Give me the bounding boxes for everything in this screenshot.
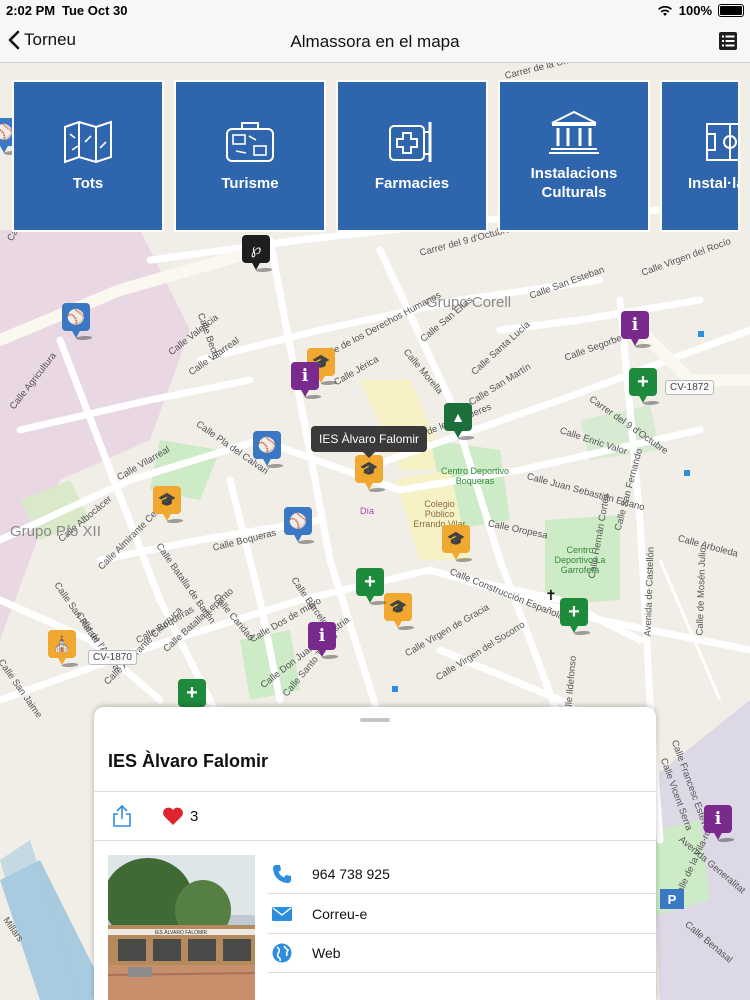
map-icon [64, 120, 112, 163]
category-label: Turisme [221, 174, 279, 192]
road-shield: CV-1872 [665, 380, 714, 395]
building-icon: ⛪ [52, 636, 72, 653]
info-icon: i [714, 809, 722, 829]
road-shield: CV-1870 [88, 650, 137, 665]
graduation-cap-icon: 🎓 [157, 492, 177, 509]
photo-sign: IES ÀLVARO FALOMIR [155, 929, 208, 936]
transit-dot [684, 470, 690, 476]
place-photo[interactable]: IES ÀLVARO FALOMIR [108, 855, 255, 1000]
info-pin[interactable]: i [308, 622, 340, 659]
category-label: Instalacions Culturals [530, 165, 618, 201]
ball-icon: ⚾ [288, 513, 308, 530]
education-pin[interactable]: 🎓 [384, 593, 416, 630]
divider [94, 840, 656, 841]
email-label: Correu-e [312, 905, 368, 922]
poi-label: Centro Deportivo Boqueras [440, 466, 510, 486]
transit-dot [392, 686, 398, 692]
education-pin[interactable]: 🎓 [153, 486, 185, 523]
building-pin[interactable]: ⛪ [48, 630, 80, 667]
sports-pin[interactable]: ⚾ [253, 431, 285, 468]
info-pin[interactable]: i [291, 362, 323, 399]
detail-title: IES Àlvaro Falomir [108, 751, 269, 771]
category-label: Instal·la Espor [688, 174, 740, 192]
category-label: Tots [72, 174, 104, 192]
divider [268, 972, 656, 973]
pharmacy-pin[interactable]: + [560, 598, 592, 635]
category-label: Farmacies [374, 174, 450, 192]
parking-marker[interactable]: P [660, 889, 684, 909]
cross-icon: + [364, 570, 376, 593]
museum-icon [549, 110, 599, 154]
poi-label: Centro Deportivo La Garrofera [554, 545, 606, 575]
graduation-cap-icon: 🎓 [359, 461, 379, 478]
web-row[interactable]: Web [268, 933, 656, 972]
likes-count: 3 [190, 808, 199, 825]
phone-icon [270, 864, 294, 884]
page-title: Almassora en el mapa [290, 32, 460, 51]
church-icon: ✝ [545, 587, 557, 603]
category-tots[interactable]: Tots [12, 80, 164, 232]
place-label: Grupo Pío XII [10, 523, 101, 540]
transit-dot [698, 331, 704, 337]
web-label: Web [312, 944, 341, 961]
marker-tooltip[interactable]: IES Àlvaro Falomir [311, 426, 428, 458]
category-turisme[interactable]: Turisme [174, 80, 326, 232]
category-instalacions-culturals[interactable]: Instalacions Culturals [498, 80, 650, 232]
education-pin[interactable]: 🎓 [442, 525, 474, 562]
wifi-icon [657, 5, 672, 16]
share-icon[interactable] [112, 805, 132, 827]
category-bar: Tots Turisme Farmacies Instalacions Cult… [12, 80, 740, 232]
cross-icon: + [637, 370, 649, 393]
pharmacy-pin[interactable]: + [629, 368, 661, 405]
status-time: 2:02 PM [6, 3, 56, 18]
list-view-icon[interactable] [718, 31, 738, 51]
graduation-cap-icon: 🎓 [388, 599, 408, 616]
sports-pin[interactable]: ⚾ [284, 507, 316, 544]
info-pin[interactable]: i [704, 805, 736, 842]
battery-icon [718, 4, 744, 17]
email-row[interactable]: Correu-e [268, 894, 656, 933]
globe-icon [270, 943, 294, 963]
info-icon: i [318, 626, 326, 646]
pharmacy-sign-icon [389, 121, 432, 162]
monument-icon: ℘ [250, 241, 262, 258]
category-instal-la-espor[interactable]: Instal·la Espor [660, 80, 740, 232]
monument-pin[interactable]: ℘ [242, 235, 274, 272]
status-bar: 2:02 PM Tue Oct 30 100% [0, 0, 750, 22]
status-right: 100% [657, 3, 744, 18]
phone-row[interactable]: 964 738 925 [268, 854, 656, 893]
graduation-cap-icon: 🎓 [446, 531, 466, 548]
info-icon: i [301, 366, 309, 386]
phone-number: 964 738 925 [312, 865, 390, 882]
sports-pin[interactable]: ⚾ [62, 303, 94, 340]
suitcase-icon [226, 121, 274, 162]
cross-icon: + [568, 600, 580, 623]
divider [94, 791, 656, 792]
ball-icon: ⚾ [257, 437, 277, 454]
school-building-photo: IES ÀLVARO FALOMIR [108, 855, 255, 1000]
place-label: Grupo Corell [426, 294, 512, 311]
heart-icon [163, 807, 183, 825]
mail-icon [270, 906, 294, 921]
sports-field-icon [706, 122, 738, 161]
ball-icon: ⚾ [66, 309, 86, 326]
navigation-bar: Torneu Almassora en el mapa [0, 22, 750, 63]
battery-percent: 100% [678, 3, 712, 18]
status-date: Tue Oct 30 [62, 3, 128, 18]
category-farmacies[interactable]: Farmacies [336, 80, 488, 232]
info-pin[interactable]: i [621, 311, 653, 348]
pharmacy-pin[interactable]: + [356, 568, 388, 605]
detail-sheet: IES Àlvaro Falomir 3 IES ÀLVARO FALOMIR [94, 707, 656, 1000]
sheet-grabber[interactable] [360, 718, 390, 722]
likes-button[interactable]: 3 [162, 807, 198, 826]
road-icon: ▲ [451, 409, 465, 425]
info-icon: i [631, 315, 639, 335]
poi-label: Día [360, 506, 375, 516]
education-pin[interactable]: 🎓 [355, 455, 387, 492]
cross-icon: + [186, 681, 198, 704]
road-pin[interactable]: ▲ [444, 403, 476, 440]
